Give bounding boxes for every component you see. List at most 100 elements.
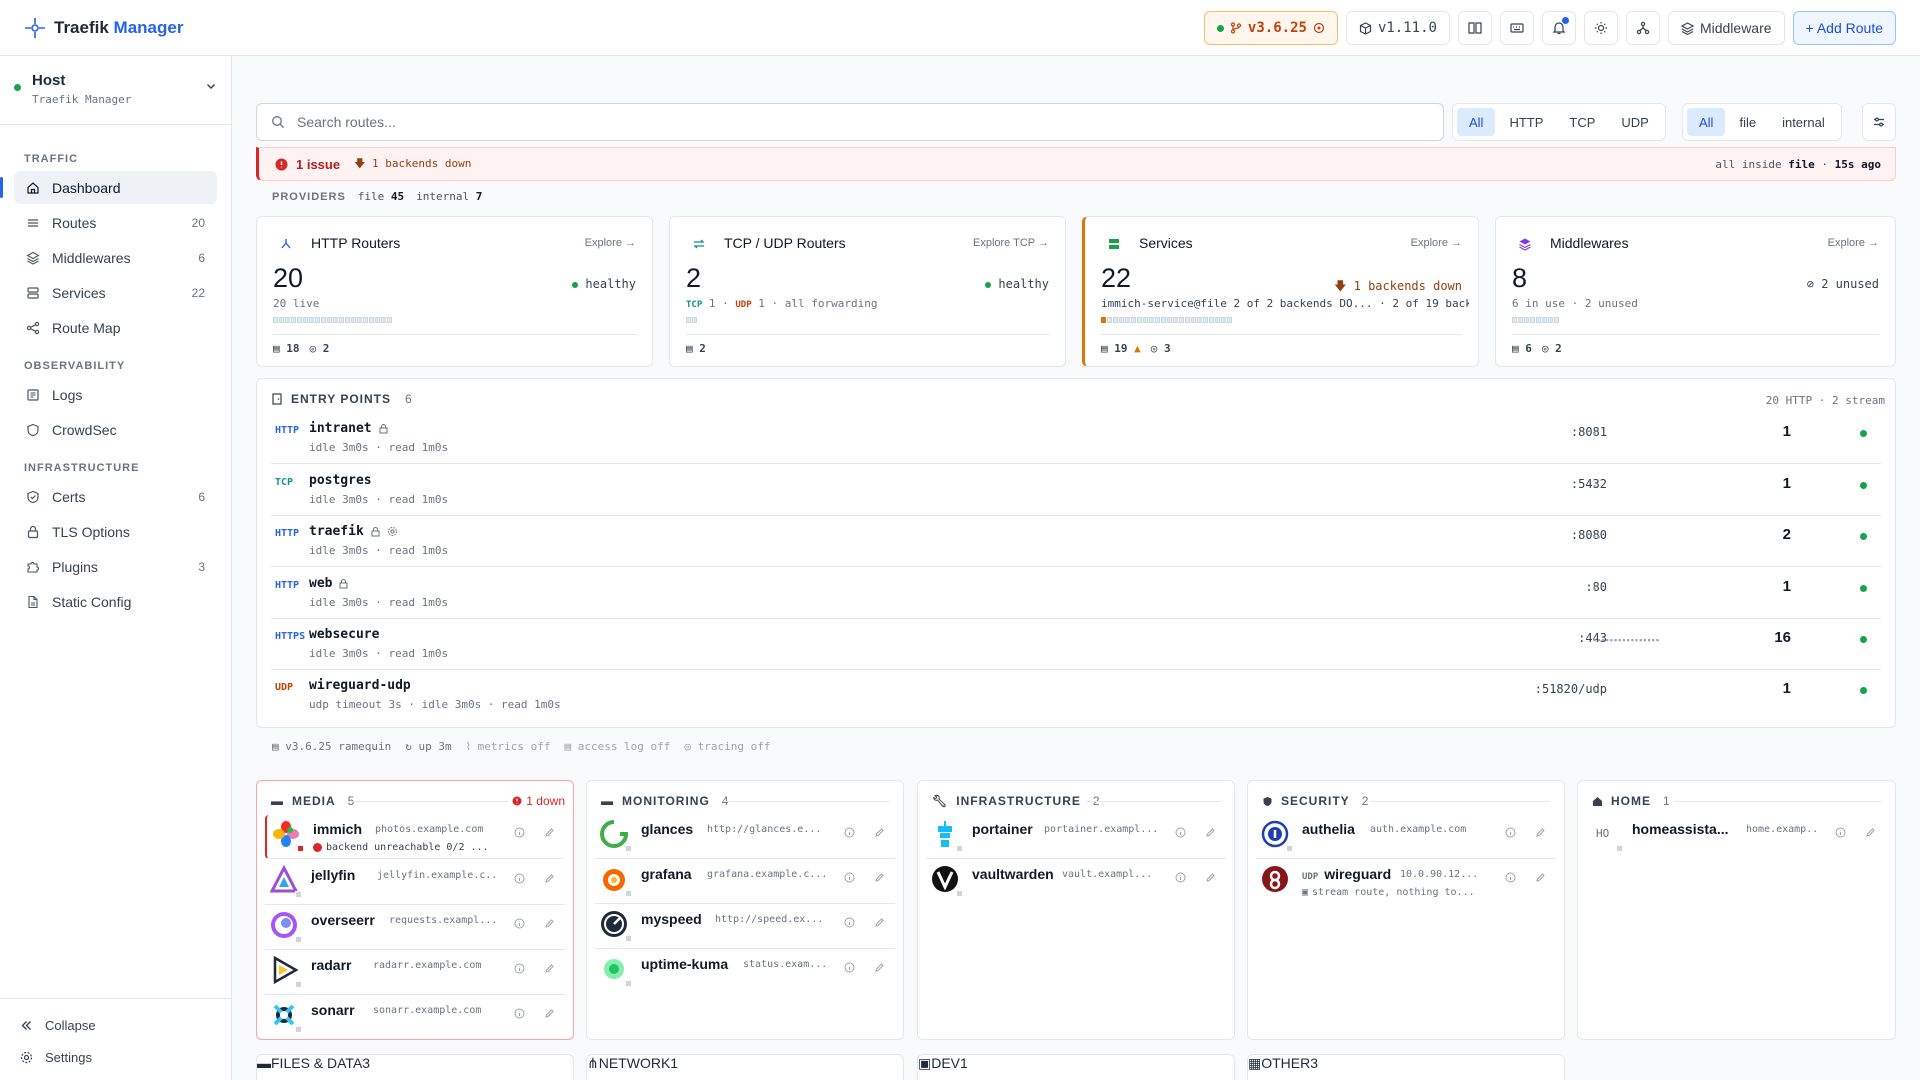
- sidebar-item-route-map[interactable]: Route Map: [14, 311, 217, 344]
- provider-filter-internal[interactable]: internal: [1770, 108, 1837, 136]
- sidebar-item-plugins[interactable]: Plugins 3: [14, 550, 217, 583]
- service-item-authelia[interactable]: authelia auth.example.com: [1256, 815, 1556, 859]
- edit-icon[interactable]: [1865, 827, 1876, 838]
- service-item-immich[interactable]: immich photos.example.com backend unreac…: [265, 815, 565, 859]
- service-item-homeassistant[interactable]: HO homeassista... home.examp...: [1586, 815, 1886, 859]
- info-icon[interactable]: [1505, 872, 1516, 883]
- stat-card-tcp-udp-routers[interactable]: TCP / UDP Routers Explore TCP → 2 health…: [669, 216, 1066, 367]
- traefik-version-badge[interactable]: v3.6.25: [1203, 11, 1338, 45]
- sidebar-item-crowdsec[interactable]: CrowdSec: [14, 413, 217, 446]
- service-item-radarr[interactable]: radarr radarr.example.com: [265, 951, 565, 995]
- host-selector[interactable]: Host Traefik Manager: [0, 56, 231, 125]
- service-url[interactable]: grafana.example.c...: [707, 869, 825, 880]
- stat-card-http-routers[interactable]: HTTP Routers Explore → 20 healthy 20 liv…: [256, 216, 653, 367]
- info-icon[interactable]: [1175, 872, 1186, 883]
- search-input[interactable]: [297, 114, 1397, 130]
- issue-alert[interactable]: 1 issue 🡇 1 backends down all inside fil…: [256, 147, 1896, 181]
- edit-icon[interactable]: [874, 962, 885, 973]
- service-url[interactable]: vault.exampl...: [1062, 869, 1156, 880]
- service-item-grafana[interactable]: grafana grafana.example.c...: [595, 860, 895, 904]
- service-url[interactable]: photos.example.com: [375, 824, 503, 835]
- provider-filter-all[interactable]: All: [1687, 108, 1726, 136]
- edit-icon[interactable]: [1205, 827, 1216, 838]
- info-icon[interactable]: [844, 917, 855, 928]
- service-url[interactable]: 10.0.90.12...: [1400, 869, 1486, 880]
- explore-link[interactable]: Explore →: [1411, 237, 1462, 249]
- filter-settings-button[interactable]: [1862, 103, 1896, 141]
- theme-toggle-button[interactable]: [1583, 11, 1618, 45]
- info-icon[interactable]: [514, 873, 525, 884]
- edit-icon[interactable]: [544, 963, 555, 974]
- entry-point-row[interactable]: UDP wireguard-udp udp timeout 3s · idle …: [271, 670, 1881, 721]
- edit-icon[interactable]: [1205, 872, 1216, 883]
- docs-button[interactable]: [1457, 11, 1492, 45]
- service-url[interactable]: http://speed.ex...: [715, 914, 825, 925]
- service-item-uptime-kuma[interactable]: uptime-kuma status.exam...: [595, 950, 895, 994]
- service-item-overseerr[interactable]: overseerr requests.exampl...: [265, 906, 565, 950]
- protocol-filter-http[interactable]: HTTP: [1497, 108, 1555, 136]
- edit-icon[interactable]: [544, 1008, 555, 1019]
- entry-point-row[interactable]: HTTP web idle 3m0s · read 1m0s :80 ▪ 1: [271, 568, 1881, 619]
- middleware-button[interactable]: Middleware: [1667, 11, 1785, 45]
- service-url[interactable]: radarr.example.com: [373, 960, 501, 971]
- service-url[interactable]: requests.exampl...: [389, 915, 497, 926]
- protocol-filter-all[interactable]: All: [1457, 108, 1496, 136]
- provider-filter-file[interactable]: file: [1727, 108, 1768, 136]
- app-brand[interactable]: Traefik Manager: [24, 17, 183, 39]
- info-icon[interactable]: [514, 1008, 525, 1019]
- service-url[interactable]: jellyfin.example.c...: [377, 870, 497, 881]
- info-icon[interactable]: [514, 827, 525, 838]
- provider-file[interactable]: file 45: [358, 190, 404, 203]
- entry-point-row[interactable]: HTTP intranet idle 3m0s · read 1m0s :808…: [271, 413, 1881, 464]
- edit-icon[interactable]: [874, 917, 885, 928]
- service-item-sonarr[interactable]: sonarr sonarr.example.com: [265, 996, 565, 1040]
- info-icon[interactable]: [844, 827, 855, 838]
- edit-icon[interactable]: [544, 918, 555, 929]
- service-url[interactable]: auth.example.com: [1370, 824, 1486, 835]
- info-icon[interactable]: [1175, 827, 1186, 838]
- service-url[interactable]: portainer.exampl...: [1044, 824, 1156, 835]
- service-item-glances[interactable]: glances http://glances.e...: [595, 815, 895, 859]
- sidebar-item-dashboard[interactable]: Dashboard: [0, 171, 217, 204]
- sidebar-item-certs[interactable]: Certs 6: [14, 480, 217, 513]
- sidebar-item-services[interactable]: Services 22: [14, 276, 217, 309]
- entry-point-row[interactable]: TCP postgres idle 3m0s · read 1m0s :5432…: [271, 465, 1881, 516]
- stat-card-services[interactable]: Services Explore → 22 🡇 1 backends down …: [1082, 216, 1479, 367]
- sidebar-item-middlewares[interactable]: Middlewares 6: [14, 241, 217, 274]
- settings-button[interactable]: Settings: [0, 1041, 232, 1073]
- keyboard-button[interactable]: [1499, 11, 1534, 45]
- add-route-button[interactable]: + Add Route: [1792, 11, 1896, 45]
- edit-icon[interactable]: [544, 827, 555, 838]
- topology-button[interactable]: [1625, 11, 1660, 45]
- collapse-button[interactable]: Collapse: [0, 1009, 232, 1041]
- service-url[interactable]: status.exam...: [743, 959, 825, 970]
- service-item-portainer[interactable]: portainer portainer.exampl...: [926, 815, 1226, 859]
- stat-card-middlewares[interactable]: Middlewares Explore → 8 ⊘ 2 unused 6 in …: [1495, 216, 1896, 367]
- search-box[interactable]: [256, 103, 1444, 141]
- info-icon[interactable]: [514, 963, 525, 974]
- info-icon[interactable]: [514, 918, 525, 929]
- edit-icon[interactable]: [1535, 872, 1546, 883]
- service-url[interactable]: home.examp...: [1746, 824, 1818, 835]
- manager-version-badge[interactable]: v1.11.0: [1345, 11, 1450, 45]
- protocol-filter-udp[interactable]: UDP: [1609, 108, 1660, 136]
- provider-internal[interactable]: internal 7: [416, 190, 482, 203]
- explore-link[interactable]: Explore TCP →: [973, 237, 1049, 249]
- notifications-button[interactable]: [1541, 11, 1576, 45]
- sidebar-item-logs[interactable]: Logs: [14, 378, 217, 411]
- service-url[interactable]: sonarr.example.com: [373, 1005, 501, 1016]
- sidebar-item-routes[interactable]: Routes 20: [14, 206, 217, 239]
- info-icon[interactable]: [844, 962, 855, 973]
- edit-icon[interactable]: [544, 873, 555, 884]
- service-item-vaultwarden[interactable]: vaultwarden vault.exampl...: [926, 860, 1226, 904]
- info-icon[interactable]: [1505, 827, 1516, 838]
- entry-point-row[interactable]: HTTP traefik idle 3m0s · read 1m0s :8080…: [271, 516, 1881, 567]
- sidebar-item-static-config[interactable]: Static Config: [14, 585, 217, 618]
- service-item-jellyfin[interactable]: jellyfin jellyfin.example.c...: [265, 861, 565, 905]
- edit-icon[interactable]: [874, 872, 885, 883]
- service-url[interactable]: http://glances.e...: [707, 824, 825, 835]
- entry-point-row[interactable]: HTTPS websecure idle 3m0s · read 1m0s :4…: [271, 619, 1881, 670]
- explore-link[interactable]: Explore →: [1828, 237, 1879, 249]
- service-item-wireguard[interactable]: UDP wireguard 10.0.90.12... ▣ stream rout…: [1256, 860, 1556, 904]
- edit-icon[interactable]: [874, 827, 885, 838]
